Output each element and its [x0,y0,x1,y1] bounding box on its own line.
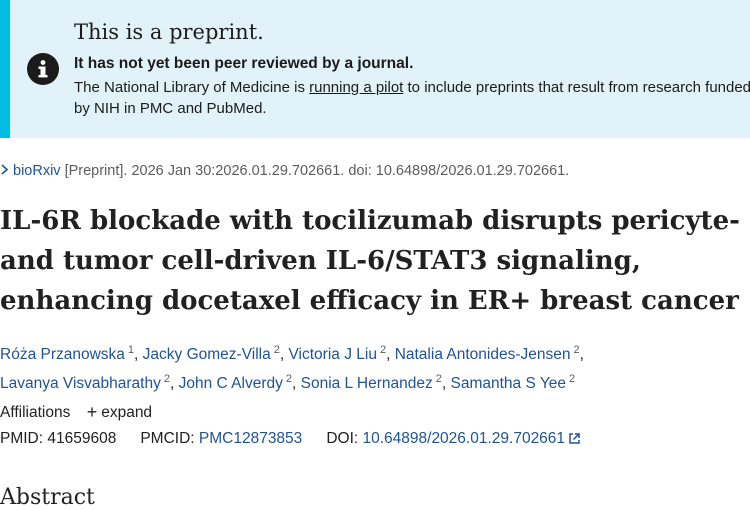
banner-text: The National Library of Medicine is runn… [74,77,750,119]
author-link[interactable]: Lavanya Visvabharathy [0,375,161,392]
citation-line: bioRxiv [Preprint]. 2026 Jan 30:2026.01.… [0,162,569,179]
pmcid-label: PMCID: [140,430,199,447]
doi-link[interactable]: 10.64898/2026.01.29.702661 [362,430,581,447]
author-link[interactable]: Sonia L Hernandez [301,375,433,392]
title-line: IL-6R blockade with tocilizumab disrupts… [0,206,740,236]
article-title: IL-6R blockade with tocilizumab disrupts… [0,201,745,321]
author-list: Róża Przanowska 1, Jacky Gomez-Villa 2, Vi… [0,344,584,392]
affiliation-ref[interactable]: 2 [274,344,280,356]
title-line: and tumor cell-driven IL-6/STAT3 signali… [0,246,641,276]
preprint-banner: This is a preprint. It has not yet been … [0,0,750,138]
title-line: enhancing docetaxel efficacy in ER+ brea… [0,286,739,316]
affiliation-ref[interactable]: 2 [569,373,575,385]
pmcid-link[interactable]: PMC12873853 [199,430,302,447]
external-link-icon [568,432,581,450]
journal-link[interactable]: bioRxiv [13,163,61,179]
affiliations-row: Affiliations + expand [0,401,152,422]
banner-title: This is a preprint. [74,20,264,44]
affiliations-label: Affiliations [0,404,71,421]
affiliation-ref[interactable]: 2 [573,344,579,356]
abstract-heading: Abstract [0,485,95,510]
citation-details: [Preprint]. 2026 Jan 30:2026.01.29.70266… [60,163,570,179]
pmid: PMID: 41659608 [0,430,117,447]
affiliation-ref[interactable]: 2 [286,373,292,385]
author-link[interactable]: Victoria J Liu [288,346,376,363]
plus-icon: + [86,402,98,422]
banner-text-start: The National Library of Medicine is [74,79,310,96]
chevron-right-icon [0,162,9,178]
author-link[interactable]: Natalia Antonides-Jensen [395,346,571,363]
identifiers-row: PMID: 41659608 PMCID: PMC12873853 DOI: 10.… [0,430,581,450]
affiliation-ref[interactable]: 1 [128,344,134,356]
author-link[interactable]: Samantha S Yee [451,375,567,392]
running-pilot-link[interactable]: running a pilot [309,79,403,96]
doi-label: DOI: [326,430,363,447]
info-icon [27,53,59,85]
expand-label: expand [101,404,153,421]
banner-subtitle: It has not yet been peer reviewed by a j… [74,55,414,72]
affiliation-ref[interactable]: 2 [380,344,386,356]
author-link[interactable]: John C Alverdy [179,375,283,392]
author-link[interactable]: Jacky Gomez-Villa [143,346,271,363]
affiliation-ref[interactable]: 2 [436,373,442,385]
affiliation-ref[interactable]: 2 [164,373,170,385]
doi-value: 10.64898/2026.01.29.702661 [362,430,566,447]
author-link[interactable]: Róża Przanowska [0,346,125,363]
expand-affiliations-button[interactable]: + expand [86,402,153,422]
